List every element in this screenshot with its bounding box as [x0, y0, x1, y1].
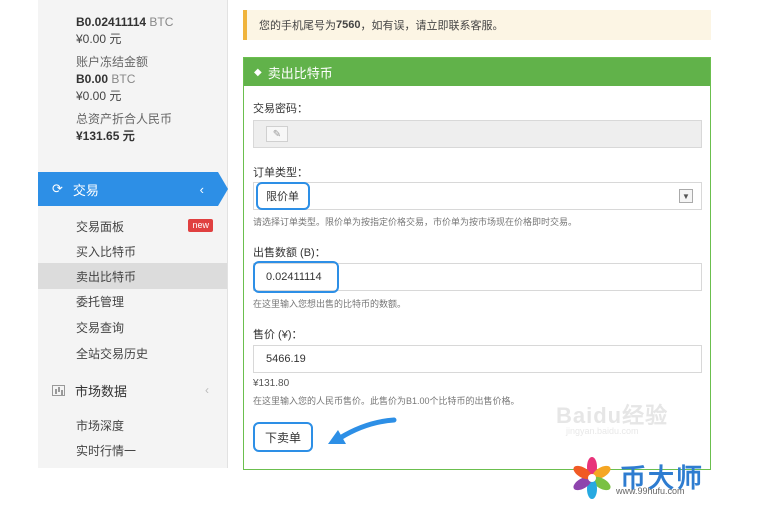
order-type-label: 订单类型： — [253, 167, 308, 179]
sidebar-item-trade-history[interactable]: 全站交易历史 — [38, 340, 227, 366]
sidebar-item-orders[interactable]: 委托管理 — [38, 288, 227, 314]
panel-header: ◆ 卖出比特币 — [244, 58, 710, 86]
btc-frozen: B0.00 — [76, 72, 109, 86]
panel-title: 卖出比特币 — [267, 65, 333, 81]
password-label: 交易密码： — [253, 103, 308, 115]
annotation-arrow-icon — [328, 417, 397, 444]
sidebar-item-trade-panel[interactable]: 交易面板 new — [38, 213, 227, 239]
sidebar-item-buy-btc[interactable]: 买入比特币 — [38, 238, 227, 264]
sell-price-value: 5466.19 — [266, 353, 306, 365]
phone-tail: 7560 — [336, 19, 361, 31]
sidebar-item-realtime-quote[interactable]: 实时行情一 — [38, 437, 227, 463]
site-logo: 币大师 www.99hufu.com — [570, 456, 704, 500]
frozen-label: 账户冻结金额 — [76, 55, 149, 69]
chevron-left-icon: ‹ — [199, 181, 204, 197]
total-amount: ¥131.80 — [253, 378, 290, 389]
amount-help: 在这里输入您想出售的比特币的数额。 — [253, 299, 407, 309]
order-type-select[interactable]: 限价单 ▼ — [253, 182, 702, 210]
sidebar-item-sell-btc[interactable]: 卖出比特币 — [38, 263, 227, 289]
btc-unit: BTC — [149, 15, 174, 29]
account-summary: B0.02411114 BTC ¥0.00 元 账户冻结金额 B0.00 BTC… — [38, 0, 227, 145]
flower-logo-icon — [573, 457, 611, 499]
order-type-help: 请选择订单类型。限价单为按指定价格交易，市价单为按市场现在价格即时交易。 — [253, 217, 578, 227]
amount-label: 出售数额 (B)： — [253, 247, 326, 259]
total-value: ¥131.65 元 — [76, 129, 135, 143]
cny-available: ¥0.00 元 — [76, 32, 122, 46]
nav-market-label: 市场数据 — [75, 383, 128, 399]
logo-url: www.99hufu.com — [616, 486, 685, 496]
sidebar: B0.02411114 BTC ¥0.00 元 账户冻结金额 B0.00 BTC… — [38, 0, 228, 468]
cny-frozen: ¥0.00 元 — [76, 89, 122, 103]
nav-trade-label: 交易 — [72, 182, 99, 198]
sell-price-input[interactable]: 5466.19 — [253, 345, 702, 373]
nav-market-data[interactable]: 市场数据 ‹ — [38, 375, 227, 405]
place-sell-order-button[interactable]: 下卖单 — [253, 422, 313, 452]
new-badge: new — [188, 219, 213, 232]
trade-password-field[interactable]: ✎ — [253, 120, 702, 148]
sidebar-item-market-depth[interactable]: 市场深度 — [38, 412, 227, 438]
nav-trade[interactable]: ⟳ 交易 ‹ — [38, 172, 228, 206]
btc-available: B0.02411114 — [76, 15, 147, 29]
price-help: 在这里输入您的人民币售价。此售价为B1.00个比特币的出售价格。 — [253, 396, 520, 406]
sidebar-item-trade-query[interactable]: 交易查询 — [38, 314, 227, 340]
refresh-icon: ⟳ — [52, 181, 63, 196]
btc-frozen-unit: BTC — [111, 72, 136, 86]
chevron-down-icon: ▼ — [679, 189, 693, 203]
diamond-icon: ◆ — [254, 66, 262, 78]
total-label: 总资产折合人民币 — [76, 112, 173, 126]
chevron-left-icon: ‹ — [205, 383, 209, 397]
edit-icon: ✎ — [266, 126, 288, 142]
price-label: 售价 (¥)： — [253, 329, 303, 341]
baidu-watermark-url: jingyan.baidu.com — [566, 426, 639, 436]
amount-highlight — [253, 261, 339, 293]
chart-icon — [52, 384, 65, 396]
order-type-highlight — [256, 182, 310, 210]
phone-notice: 您的手机尾号为 7560 ，如有误，请立即联系客服。 — [243, 10, 711, 40]
